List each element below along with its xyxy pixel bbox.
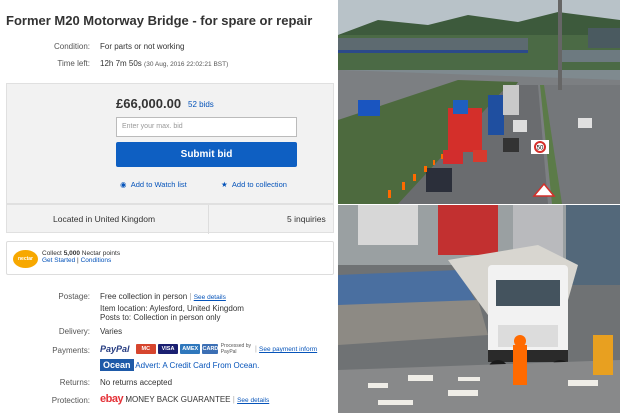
condition-value: For parts or not working	[100, 42, 185, 51]
delivery-label: Delivery:	[58, 327, 90, 336]
delivery-value: Varies	[100, 327, 123, 336]
bid-box: £66,000.00 52 bids Enter your max. bid S…	[6, 83, 334, 204]
payments-label: Payments:	[52, 346, 90, 355]
eye-icon: ◉	[120, 180, 127, 189]
collection-label: Add to collection	[231, 180, 287, 189]
time-left-countdown: 12h 7m 50s	[100, 59, 142, 68]
add-to-watchlist-link[interactable]: ◉ Add to Watch list	[120, 180, 187, 189]
processed-by-paypal: Processed by PayPal	[220, 343, 251, 355]
current-price: £66,000.00	[116, 96, 182, 111]
postage-see-details-link[interactable]: See details	[194, 294, 226, 301]
item-location-detail: Item location: Aylesford, United Kingdom	[100, 304, 244, 313]
amex-icon: AMEX	[180, 344, 201, 354]
protection-see-details-link[interactable]: See details	[237, 397, 269, 404]
ocean-logo: Ocean	[100, 359, 134, 371]
ebay-listing-panel: Former M20 Motorway Bridge - for spare o…	[0, 0, 338, 413]
listing-title: Former M20 Motorway Bridge - for spare o…	[6, 13, 313, 28]
collapsed-bridge-image	[338, 205, 620, 413]
nectar-get-started-link[interactable]: Get Started	[42, 257, 75, 264]
bid-count-link[interactable]: 52 bids	[188, 100, 214, 109]
star-icon: ★	[221, 180, 228, 189]
postage-sep: |	[189, 292, 192, 301]
ocean-advert: Ocean Advert: A Credit Card From Ocean.	[100, 359, 259, 371]
inquiries-count: 5 inquiries	[287, 214, 326, 224]
protection-sep: |	[232, 395, 235, 404]
time-left-value: 12h 7m 50s (30 Aug, 2016 22:02:21 BST)	[100, 59, 228, 68]
collapsed-bridge-photo	[338, 205, 620, 413]
payment-sep: |	[254, 346, 257, 354]
nectar-promo: nectar Collect 5,000 Nectar points Get S…	[6, 241, 334, 275]
max-bid-input[interactable]: Enter your max. bid	[116, 117, 297, 137]
time-left-detail: (30 Aug, 2016 22:02:21 BST)	[144, 61, 229, 68]
postage-text: Free collection in person	[100, 292, 188, 301]
nectar-conditions-link[interactable]: Conditions	[81, 257, 112, 264]
see-payment-info-link[interactable]: See payment inform	[259, 346, 317, 353]
posts-to-detail: Posts to: Collection in person only	[100, 313, 221, 322]
postage-value: Free collection in person | See details	[100, 292, 226, 301]
time-left-label: Time left:	[57, 59, 90, 68]
payment-methods: PayPal MC VISA AMEX CARD Processed by Pa…	[100, 343, 317, 357]
nectar-collect-text: Collect	[42, 250, 64, 257]
location-divider	[208, 205, 209, 234]
ebay-logo: ebay	[100, 393, 124, 405]
returns-label: Returns:	[59, 378, 90, 387]
ebay-logo-text: ebay	[100, 393, 124, 405]
nectar-logo: nectar	[13, 250, 38, 268]
submit-bid-button[interactable]: Submit bid	[116, 142, 297, 167]
item-location-text: Located in United Kingdom	[53, 214, 156, 224]
nectar-points: 5,000	[63, 250, 80, 257]
condition-row: Condition: For parts or not working	[0, 42, 338, 54]
condition-label: Condition:	[53, 42, 90, 51]
location-bar: Located in United Kingdom 5 inquiries	[6, 204, 334, 234]
visa-icon: VISA	[158, 344, 178, 354]
mastercard-icon: MC	[135, 344, 156, 354]
speed-limit-sign: 50	[537, 146, 544, 152]
nectar-points-suffix: Nectar points	[79, 250, 121, 257]
protection-value: ebay MONEY BACK GUARANTEE | See details	[100, 393, 269, 405]
motorway-traffic-photo: 50	[338, 0, 620, 204]
card-icon: CARD	[202, 344, 219, 354]
paypal-logo: PayPal	[100, 344, 130, 354]
nectar-text: Collect 5,000 Nectar points Get Started …	[42, 250, 120, 264]
motorway-traffic-image: 50	[338, 0, 620, 204]
protection-label: Protection:	[51, 396, 90, 405]
add-to-collection-link[interactable]: ★ Add to collection	[221, 180, 287, 189]
watchlist-label: Add to Watch list	[130, 180, 187, 189]
postage-label: Postage:	[58, 292, 90, 301]
money-back-guarantee: MONEY BACK GUARANTEE	[125, 395, 231, 404]
ocean-advert-link[interactable]: Advert: A Credit Card From Ocean.	[135, 361, 259, 370]
returns-value: No returns accepted	[100, 378, 173, 387]
time-left-row: Time left: 12h 7m 50s (30 Aug, 2016 22:0…	[0, 59, 338, 71]
